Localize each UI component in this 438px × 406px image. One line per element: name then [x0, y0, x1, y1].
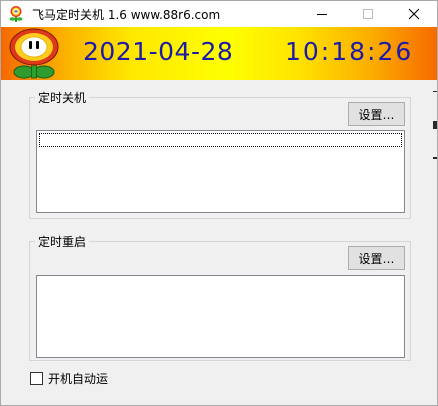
scheduled-shutdown-label: 定时关机 [35, 89, 90, 106]
shutdown-settings-button[interactable]: 设置… [348, 102, 405, 126]
background-edge-mark [433, 121, 437, 129]
title-bar[interactable]: 飞马定时关机 1.6 www.88r6.com [1, 1, 437, 27]
flower-icon [9, 6, 23, 22]
flower-logo-icon [9, 28, 59, 79]
close-icon [408, 8, 420, 20]
maximize-icon [363, 9, 373, 19]
background-edge-mark [433, 157, 437, 159]
autostart-checkbox[interactable] [30, 371, 43, 385]
scheduled-restart-group: 定时重启 设置… [29, 233, 411, 361]
scheduled-restart-label: 定时重启 [35, 233, 90, 250]
date-display: 2021-04-28 [83, 37, 234, 66]
background-edge-mark [433, 91, 437, 92]
autostart-option[interactable]: 开机自动运 [30, 370, 108, 386]
app-window: 飞马定时关机 1.6 www.88r6.com 2021-04-28 10:18… [0, 0, 438, 406]
clock-banner: 2021-04-28 10:18:26 [1, 27, 437, 80]
maximize-button[interactable] [345, 1, 391, 27]
shutdown-task-list[interactable] [36, 130, 405, 213]
time-display: 10:18:26 [285, 37, 414, 66]
restart-settings-button[interactable]: 设置… [348, 246, 405, 270]
list-focus-row[interactable] [39, 133, 402, 147]
window-title: 飞马定时关机 1.6 www.88r6.com [32, 8, 221, 22]
close-button[interactable] [391, 1, 437, 27]
autostart-label: 开机自动运 [48, 371, 109, 386]
minimize-button[interactable] [299, 1, 345, 27]
restart-task-list[interactable] [36, 275, 405, 358]
scheduled-shutdown-group: 定时关机 设置… [29, 89, 411, 219]
minimize-icon [317, 14, 327, 15]
